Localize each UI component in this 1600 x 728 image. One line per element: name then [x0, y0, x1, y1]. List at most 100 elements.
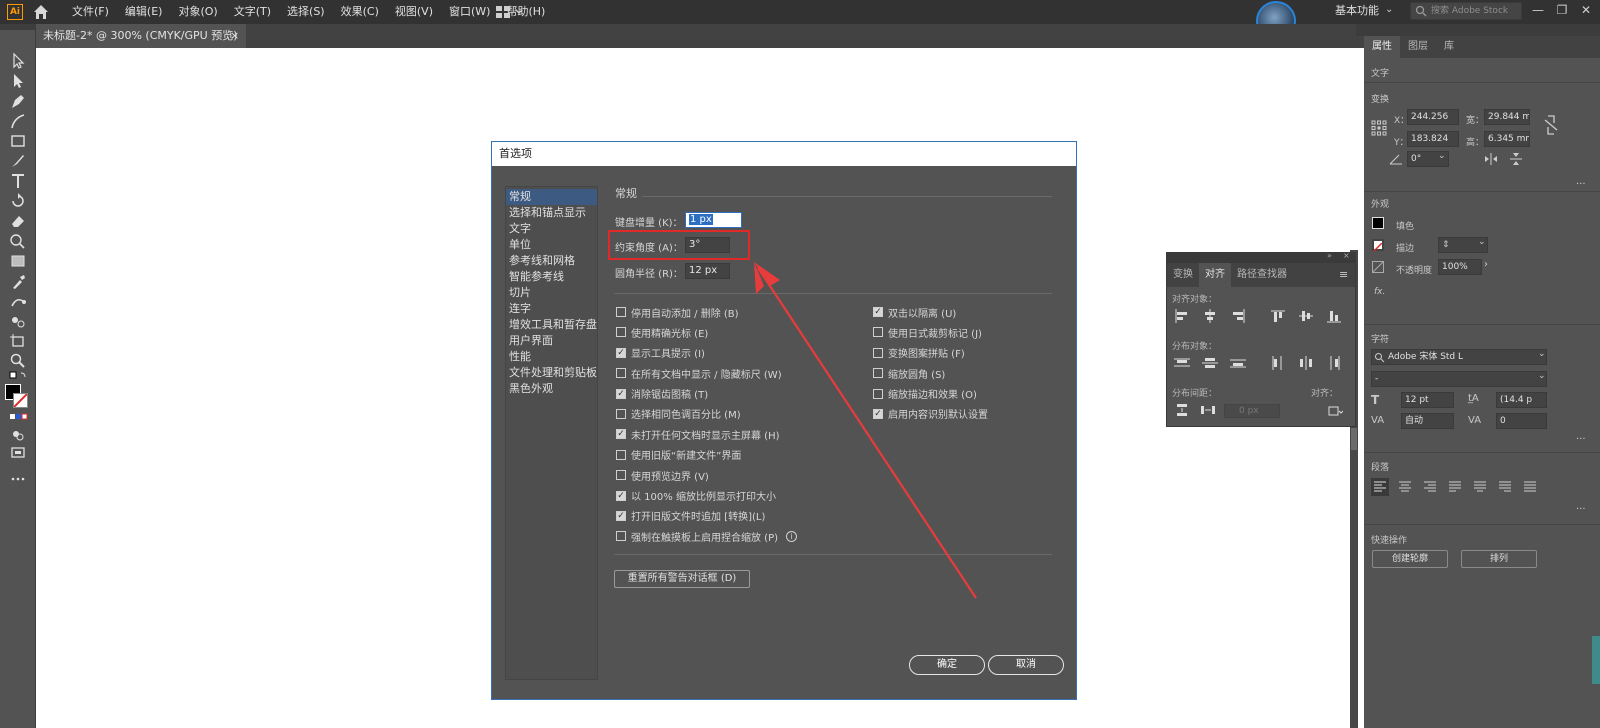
collapse-icon[interactable]: »: [1327, 251, 1332, 260]
flip-vertical-icon[interactable]: [1509, 153, 1523, 165]
stroke-swatch[interactable]: [13, 393, 28, 408]
tab-properties[interactable]: 属性: [1364, 36, 1400, 58]
checkbox-unchecked[interactable]: [616, 408, 626, 419]
option-row[interactable]: ✓ 显示工具提示 (I): [616, 345, 866, 361]
panel-header-bar[interactable]: » ×: [1167, 251, 1355, 263]
align-left-icon[interactable]: [1174, 309, 1190, 323]
ok-button[interactable]: 确定: [909, 655, 985, 675]
checkbox-unchecked[interactable]: [616, 470, 626, 481]
option-row[interactable]: 缩放描边和效果 (O): [873, 386, 1053, 402]
align-right-text-icon[interactable]: [1421, 478, 1439, 496]
checkbox-unchecked[interactable]: [616, 531, 626, 542]
align-hcenter-icon[interactable]: [1202, 309, 1218, 323]
option-row[interactable]: ✓ 启用内容识别默认设置: [873, 406, 1053, 422]
category-file-clipboard[interactable]: 文件处理和剪贴板: [506, 365, 597, 381]
more-options-icon[interactable]: ···: [1576, 179, 1586, 190]
option-row[interactable]: 使用精确光标 (E): [616, 324, 866, 340]
tab-transform[interactable]: 变换: [1167, 263, 1199, 287]
shape-builder-tool-icon[interactable]: [8, 232, 28, 250]
checkbox-checked[interactable]: ✓: [616, 510, 626, 521]
option-row[interactable]: ✓ 消除锯齿图稿 (T): [616, 386, 866, 402]
kerning-select[interactable]: 自动: [1401, 413, 1454, 429]
arrange-button[interactable]: 排列: [1461, 550, 1537, 568]
option-row[interactable]: 在所有文档中显示 / 隐藏标尺 (W): [616, 365, 866, 381]
category-units[interactable]: 单位: [506, 237, 597, 253]
home-icon[interactable]: [32, 3, 50, 21]
menu-effect[interactable]: 效果(C): [333, 0, 387, 24]
category-user-interface[interactable]: 用户界面: [506, 333, 597, 349]
screen-mode-icon[interactable]: [8, 444, 28, 462]
category-slices[interactable]: 切片: [506, 285, 597, 301]
stroke-color-swatch[interactable]: [1372, 239, 1384, 252]
font-style-select[interactable]: -: [1371, 371, 1547, 387]
menu-object[interactable]: 对象(O): [170, 0, 225, 24]
document-tab[interactable]: 未标题-2* @ 300% (CMYK/GPU 预览): [36, 24, 246, 48]
opacity-input[interactable]: 100%: [1438, 259, 1482, 275]
option-row[interactable]: ✓ 双击以隔离 (U): [873, 304, 1053, 320]
flip-horizontal-icon[interactable]: [1484, 153, 1498, 165]
tab-libraries[interactable]: 库: [1436, 36, 1462, 58]
curvature-tool-icon[interactable]: [8, 112, 28, 130]
font-size-input[interactable]: 12 pt: [1401, 392, 1454, 408]
option-row[interactable]: ✓ 以 100% 缩放比例显示打印大小: [616, 488, 866, 504]
checkbox-unchecked[interactable]: [616, 327, 626, 338]
distribute-vspace-icon[interactable]: [1174, 403, 1190, 417]
align-top-icon[interactable]: [1270, 309, 1286, 323]
more-options-icon[interactable]: ···: [1576, 434, 1586, 445]
side-tab[interactable]: [1592, 636, 1600, 684]
distribute-left-icon[interactable]: [1270, 356, 1286, 370]
checkbox-checked[interactable]: ✓: [616, 429, 626, 440]
width-input[interactable]: 29.844 m: [1484, 109, 1530, 125]
category-smart-guides[interactable]: 智能参考线: [506, 269, 597, 285]
zoom-tool-icon[interactable]: [8, 352, 28, 370]
reference-point-icon[interactable]: [1371, 120, 1387, 136]
chevron-down-icon[interactable]: ⌄: [1538, 349, 1546, 359]
menu-view[interactable]: 视图(V): [387, 0, 441, 24]
tab-align[interactable]: 对齐: [1199, 263, 1231, 287]
checkbox-checked[interactable]: ✓: [616, 490, 626, 501]
tab-layers[interactable]: 图层: [1400, 36, 1436, 58]
checkbox-checked[interactable]: ✓: [616, 347, 626, 358]
category-selection-anchor[interactable]: 选择和锚点显示: [506, 205, 597, 221]
option-row[interactable]: 选择相同色调百分比 (M): [616, 406, 866, 422]
type-tool-icon[interactable]: [8, 172, 28, 190]
option-row[interactable]: ✓ 未打开任何文档时显示主屏幕 (H): [616, 426, 866, 442]
close-tab-icon[interactable]: ×: [230, 24, 239, 48]
checkbox-unchecked[interactable]: [873, 347, 883, 358]
chevron-down-icon[interactable]: ⌄: [1385, 4, 1393, 15]
fill-color-swatch[interactable]: [1372, 217, 1384, 229]
constrain-proportions-icon[interactable]: [1544, 114, 1558, 136]
distribute-hspace-icon[interactable]: [1200, 403, 1216, 417]
checkbox-unchecked[interactable]: [873, 388, 883, 399]
justify-center-icon[interactable]: [1471, 478, 1489, 496]
distribute-vcenter-icon[interactable]: [1202, 356, 1218, 370]
cancel-button[interactable]: 取消: [988, 655, 1064, 675]
justify-all-icon[interactable]: [1521, 478, 1539, 496]
minimize-button[interactable]: —: [1526, 0, 1550, 22]
menu-type[interactable]: 文字(T): [226, 0, 279, 24]
close-window-button[interactable]: ✕: [1574, 0, 1598, 22]
menu-window[interactable]: 窗口(W): [441, 0, 498, 24]
spacing-input[interactable]: 0 px: [1224, 404, 1280, 418]
category-hyphenation[interactable]: 连字: [506, 301, 597, 317]
close-panel-icon[interactable]: ×: [1343, 251, 1350, 260]
rectangle-tool-icon[interactable]: [8, 132, 28, 150]
checkbox-checked[interactable]: ✓: [873, 307, 883, 317]
keyboard-increment-input[interactable]: 1 px: [685, 212, 742, 228]
more-options-icon[interactable]: ···: [1576, 504, 1586, 515]
toolbar-grip[interactable]: [0, 24, 36, 30]
align-bottom-icon[interactable]: [1326, 309, 1342, 323]
info-icon[interactable]: i: [786, 530, 798, 542]
option-row[interactable]: 强制在触摸板上启用捏合缩放 (P) i: [616, 528, 866, 544]
arrange-documents-icon[interactable]: [496, 5, 526, 19]
direct-selection-tool-icon[interactable]: [8, 72, 28, 90]
category-plugins-scratch[interactable]: 增效工具和暂存盘: [506, 317, 597, 333]
leading-input[interactable]: (14.4 p: [1496, 392, 1547, 408]
distribute-bottom-icon[interactable]: [1230, 356, 1246, 370]
x-input[interactable]: 244.256: [1407, 109, 1459, 125]
menu-select[interactable]: 选择(S): [279, 0, 333, 24]
option-row[interactable]: 停用自动添加 / 删除 (B): [616, 304, 866, 320]
eraser-tool-icon[interactable]: [8, 212, 28, 230]
distribute-top-icon[interactable]: [1174, 356, 1190, 370]
checkbox-unchecked[interactable]: [873, 327, 883, 338]
